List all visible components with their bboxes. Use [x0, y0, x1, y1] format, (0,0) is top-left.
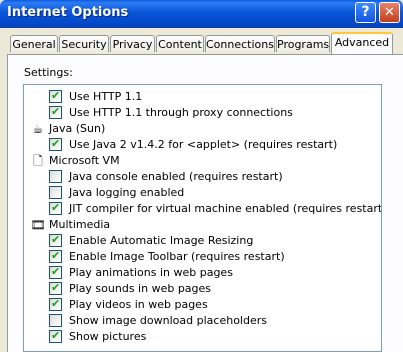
checkbox[interactable]: ✔ [49, 201, 62, 215]
checkbox[interactable]: ✔ [49, 89, 62, 103]
option-label: JIT compiler for virtual machine enabled… [69, 202, 382, 215]
checkbox[interactable] [49, 186, 62, 199]
settings-option[interactable]: Java logging enabled [24, 185, 381, 201]
option-label: Enable Image Toolbar (requires restart) [69, 250, 285, 263]
checkbox[interactable]: ✔ [49, 137, 62, 151]
settings-option[interactable]: Java console enabled (requires restart) [24, 169, 381, 185]
option-label: Enable Automatic Image Resizing [69, 234, 254, 247]
checkmark-icon: ✔ [51, 201, 61, 214]
title-bar[interactable]: Internet Options ? ✕ [0, 0, 403, 28]
multimedia-icon: 🎞 [30, 218, 46, 232]
option-label: Show image download placeholders [69, 314, 267, 327]
close-button[interactable]: ✕ [379, 2, 400, 23]
java-coffee-icon: ☕ [32, 122, 44, 136]
checkbox[interactable]: ✔ [49, 297, 62, 311]
tab-general[interactable]: General [10, 35, 58, 52]
tab-privacy[interactable]: Privacy [110, 35, 155, 52]
checkbox[interactable]: ✔ [49, 105, 62, 119]
checkmark-icon: ✔ [51, 249, 61, 262]
window-title: Internet Options [7, 5, 129, 20]
option-label: Play animations in web pages [69, 266, 233, 279]
checkmark-icon: ✔ [51, 137, 61, 150]
option-label: Java console enabled (requires restart) [69, 170, 283, 183]
checkmark-icon: ✔ [51, 265, 61, 278]
tab-security[interactable]: Security [59, 35, 109, 52]
checkmark-icon: ✔ [51, 105, 61, 118]
tab-content[interactable]: Content [156, 35, 204, 52]
checkbox[interactable]: ✔ [49, 281, 62, 295]
category-label: Microsoft VM [49, 154, 120, 167]
checkbox[interactable]: ✔ [49, 329, 62, 343]
option-label: Java logging enabled [69, 186, 185, 199]
checkbox[interactable] [49, 314, 62, 327]
help-button[interactable]: ? [355, 2, 376, 23]
category-label: Java (Sun) [49, 122, 106, 135]
checkmark-icon: ✔ [51, 329, 61, 342]
settings-option[interactable]: ✔ Enable Image Toolbar (requires restart) [24, 249, 381, 265]
option-label: Use Java 2 v1.4.2 for <applet> (requires… [69, 138, 338, 151]
checkmark-icon: ✔ [51, 233, 61, 246]
settings-option[interactable]: ✔ Enable Automatic Image Resizing [24, 233, 381, 249]
document-icon: 🗋 [33, 154, 43, 168]
checkmark-icon: ✔ [51, 297, 61, 310]
tab-connections[interactable]: Connections [205, 35, 275, 52]
settings-category: 🎞 Multimedia [24, 217, 381, 233]
settings-option[interactable]: ✔ Use HTTP 1.1 [24, 89, 381, 105]
settings-option[interactable]: ✔ JIT compiler for virtual machine enable… [24, 201, 382, 217]
category-label: Multimedia [49, 218, 111, 231]
option-label: Use HTTP 1.1 through proxy connections [69, 106, 293, 119]
settings-option[interactable]: ✔ Use Java 2 v1.4.2 for <applet> (require… [24, 137, 381, 153]
settings-category: ☕ Java (Sun) [24, 121, 381, 137]
option-label: Play sounds in web pages [69, 282, 212, 295]
checkbox[interactable] [49, 170, 62, 183]
settings-option[interactable]: Show image download placeholders [24, 313, 381, 329]
tab-advanced[interactable]: Advanced [331, 32, 393, 54]
checkmark-icon: ✔ [51, 281, 61, 294]
settings-listbox[interactable]: ✔ Use HTTP 1.1 ✔ Use HTTP 1.1 through proxy… [23, 84, 382, 352]
settings-category: 🗋 Microsoft VM [24, 153, 381, 169]
option-label: Play videos in web pages [69, 298, 208, 311]
settings-option[interactable]: ✔ Use HTTP 1.1 through proxy connections [24, 105, 381, 121]
tab-strip: General Security Privacy Content Connect… [0, 28, 403, 56]
settings-label: Settings: [24, 66, 73, 79]
checkmark-icon: ✔ [51, 89, 61, 102]
checkbox[interactable]: ✔ [49, 233, 62, 247]
option-label: Show pictures [69, 330, 147, 343]
settings-option[interactable]: ✔ Show pictures [24, 329, 381, 345]
settings-option[interactable]: ✔ Play sounds in web pages [24, 281, 381, 297]
checkbox[interactable]: ✔ [49, 249, 62, 263]
settings-option[interactable]: ✔ Play videos in web pages [24, 297, 381, 313]
checkbox[interactable]: ✔ [49, 265, 62, 279]
tab-programs[interactable]: Programs [276, 35, 330, 52]
settings-option[interactable]: ✔ Play animations in web pages [24, 265, 381, 281]
option-label: Use HTTP 1.1 [69, 90, 143, 103]
